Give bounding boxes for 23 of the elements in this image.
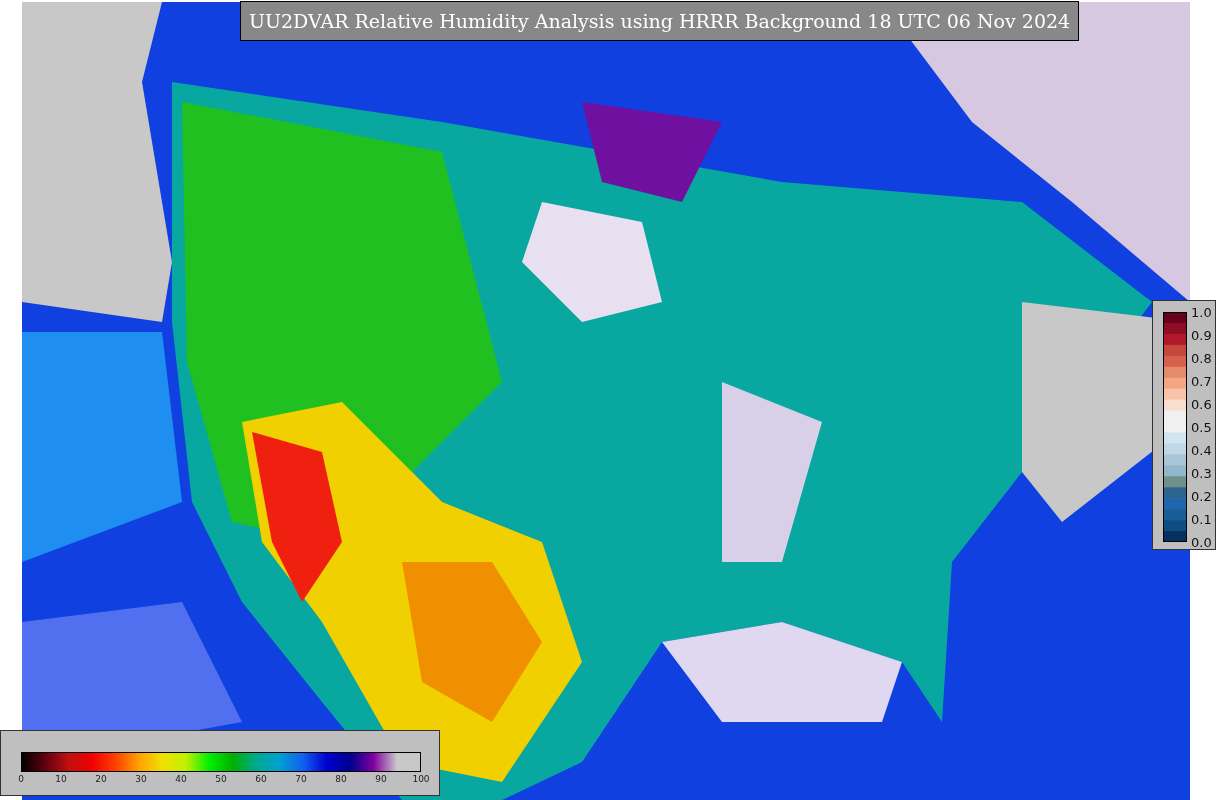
tick-label: 0.1 — [1191, 512, 1212, 526]
map-title: UU2DVAR Relative Humidity Analysis using HRRR Background 18 UTC 06 Nov 2024 — [240, 1, 1080, 41]
tick-label: 90 — [375, 775, 387, 784]
tick-label: 0.2 — [1191, 489, 1212, 503]
tick-label: 1.0 — [1191, 305, 1212, 319]
tick-label: 40 — [175, 775, 187, 784]
tick-label: 70 — [295, 775, 307, 784]
tick-label: 0.6 — [1191, 397, 1212, 411]
tick-label: 50 — [215, 775, 227, 784]
tick-label: 0.3 — [1191, 466, 1212, 480]
tick-label: 100 — [412, 775, 430, 784]
tick-label: 20 — [95, 775, 107, 784]
tick-label: 0.7 — [1191, 374, 1212, 388]
tick-label: 80 — [335, 775, 347, 784]
tick-label: 0.5 — [1191, 420, 1212, 434]
tick-label: 0.0 — [1191, 535, 1212, 549]
tick-label: 0 — [18, 775, 24, 784]
tick-label: 0.8 — [1191, 351, 1212, 365]
tick-label: 60 — [255, 775, 267, 784]
tick-label: 30 — [135, 775, 147, 784]
tick-label: 0.4 — [1191, 443, 1212, 457]
tick-label: 10 — [55, 775, 67, 784]
tick-label: 0.9 — [1191, 328, 1212, 342]
